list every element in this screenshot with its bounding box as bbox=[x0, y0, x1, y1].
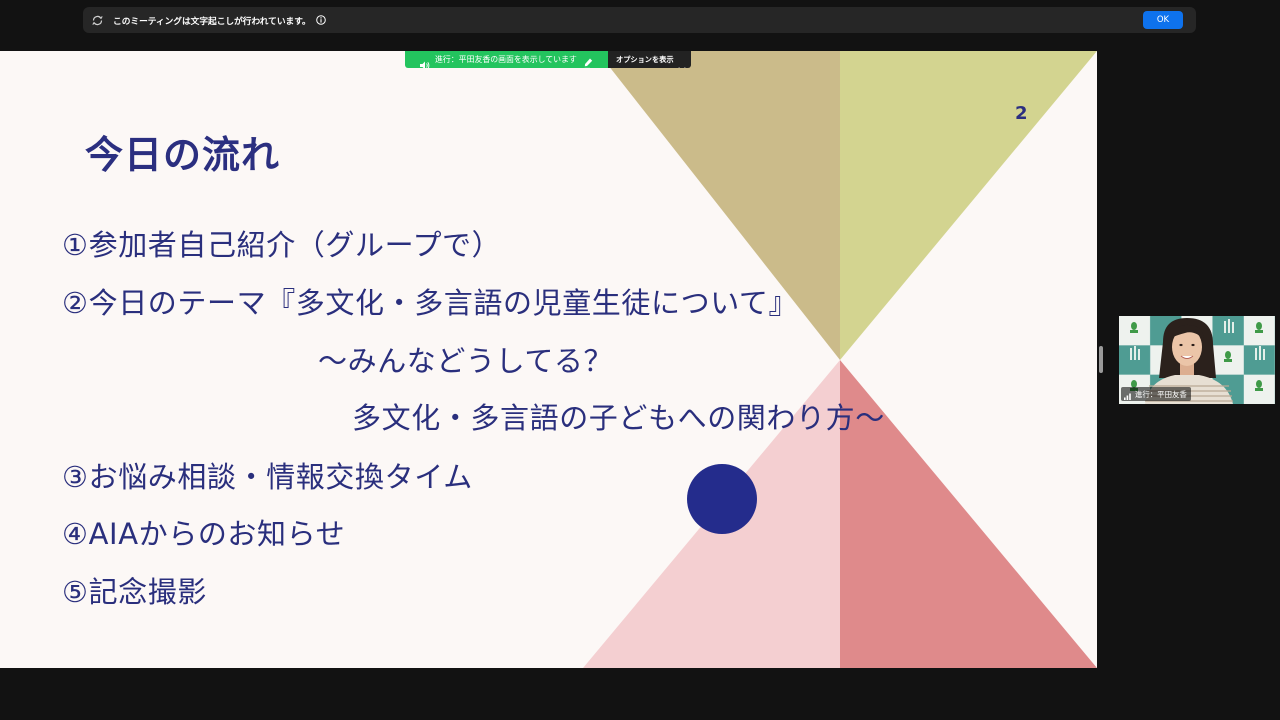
ok-button[interactable]: OK bbox=[1143, 11, 1183, 29]
agenda-item-5: ⑤記念撮影 bbox=[62, 575, 207, 609]
participant-video-tile[interactable]: 進行：平田友香 bbox=[1119, 316, 1275, 404]
shared-screen-slide: 2 今日の流れ ①参加者自己紹介（グループで） ②今日のテーマ『多文化・多言語の… bbox=[0, 51, 1097, 668]
info-icon[interactable] bbox=[315, 15, 326, 25]
view-options-button[interactable]: オプションを表示 bbox=[608, 51, 691, 68]
slide-title: 今日の流れ bbox=[85, 133, 281, 177]
signal-icon bbox=[1124, 385, 1132, 404]
view-options-label: オプションを表示 bbox=[616, 55, 674, 64]
slide-page-number: 2 bbox=[1015, 103, 1028, 124]
viewing-screen-status: 進行：平田友香の画面を表示しています bbox=[405, 51, 608, 68]
navy-dot bbox=[687, 464, 757, 534]
agenda-item-2: ②今日のテーマ『多文化・多言語の児童生徒について』 bbox=[62, 286, 799, 320]
transcription-notice-text: このミーティングは文字起こしが行われています。 bbox=[113, 16, 311, 27]
triangle-top-right bbox=[840, 51, 1097, 360]
transcript-icon bbox=[91, 14, 104, 27]
transcription-notice-banner: このミーティングは文字起こしが行われています。 OK bbox=[83, 7, 1196, 33]
speaker-icon bbox=[420, 55, 430, 68]
viewing-screen-text: 進行：平田友香の画面を表示しています bbox=[435, 55, 577, 64]
video-panel-resize-handle[interactable] bbox=[1099, 346, 1103, 373]
transcription-notice-content: このミーティングは文字起こしが行われています。 bbox=[91, 7, 326, 33]
chevron-down-icon bbox=[678, 57, 686, 68]
screen-share-indicator: 進行：平田友香の画面を表示しています オプションを表示 bbox=[405, 51, 691, 68]
participant-name: 進行：平田友香 bbox=[1135, 389, 1187, 399]
agenda-item-1: ①参加者自己紹介（グループで） bbox=[62, 228, 502, 262]
agenda-item-2-subline-2: 多文化・多言語の子どもへの関わり方～ bbox=[352, 401, 885, 435]
agenda-item-4: ④AIAからのお知らせ bbox=[62, 517, 346, 551]
annotate-icon[interactable] bbox=[584, 54, 593, 68]
agenda-item-2-subline-1: ～みんなどうしてる？ bbox=[318, 344, 614, 378]
agenda-item-3: ③お悩み相談・情報交換タイム bbox=[62, 460, 473, 494]
participant-name-label: 進行：平田友香 bbox=[1121, 387, 1191, 401]
